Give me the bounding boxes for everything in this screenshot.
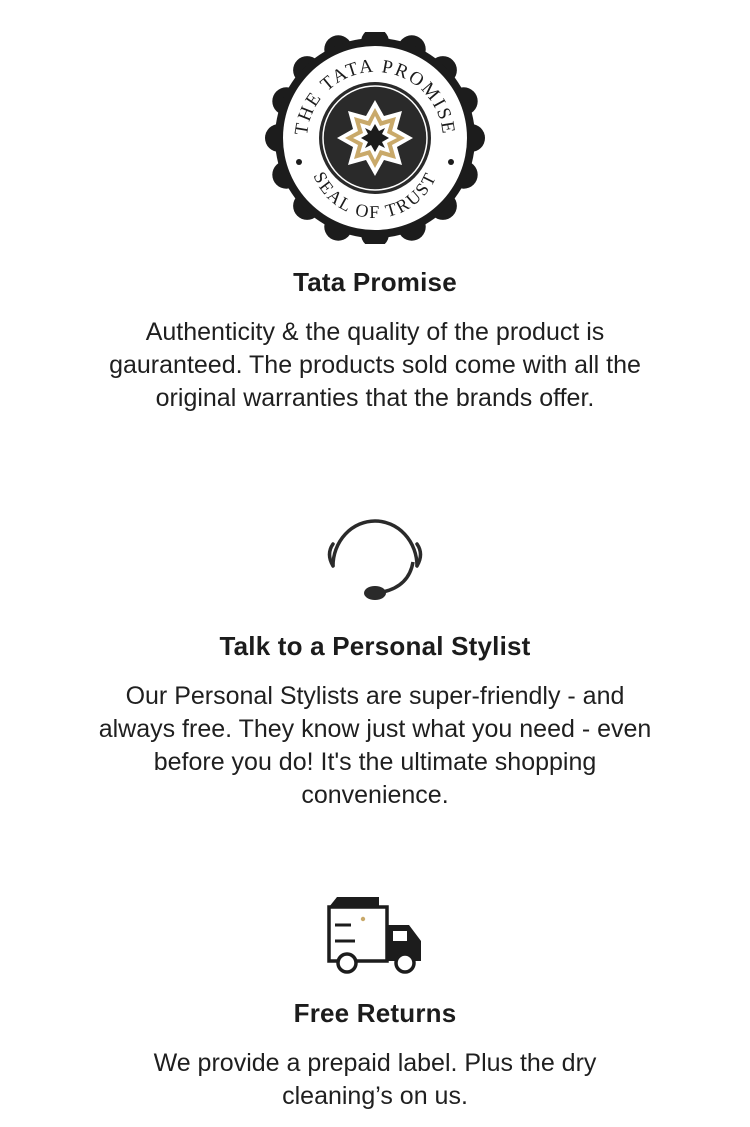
feature-title: Free Returns	[293, 998, 457, 1028]
feature-free-returns: Free Returns We provide a prepaid label.…	[0, 895, 750, 1113]
feature-title: Tata Promise	[293, 267, 457, 297]
delivery-truck-icon	[327, 897, 421, 974]
feature-tata-promise: THE TATA PROMISE SEAL OF TRUST Tata Prom…	[0, 32, 750, 415]
feature-description: We provide a prepaid label. Plus the dry…	[153, 1049, 597, 1110]
feature-personal-stylist: Talk to a Personal Stylist Our Personal …	[0, 514, 750, 812]
feature-description: Our Personal Stylists are super-friendly…	[98, 682, 652, 809]
seal-of-trust-icon: THE TATA PROMISE SEAL OF TRUST	[265, 32, 485, 244]
feature-description: Authenticity & the quality of the produc…	[109, 318, 641, 412]
headset-icon	[327, 519, 423, 600]
feature-title: Talk to a Personal Stylist	[219, 631, 531, 661]
